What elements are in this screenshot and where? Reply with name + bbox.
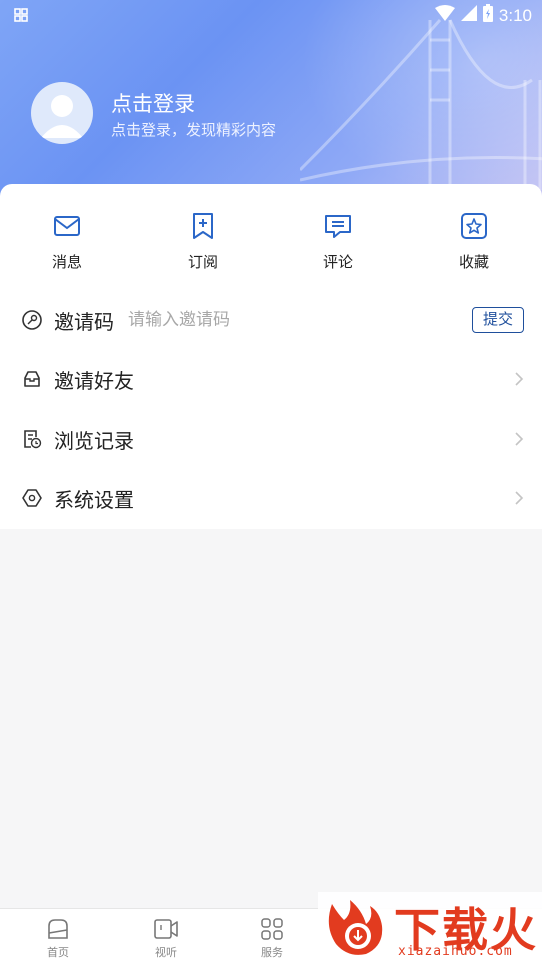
quick-action-label: 评论 xyxy=(322,253,353,271)
avatar[interactable] xyxy=(31,82,93,144)
menu-card: 消息 订阅 评论 收藏 邀请码 请输入邀请码 提交 邀请好友 浏览记录 系统设置 xyxy=(0,184,542,529)
nav-item-services[interactable]: 服务 xyxy=(242,917,302,960)
grid-apps-icon xyxy=(261,918,283,940)
invite-code-row: 邀请码 提交 xyxy=(0,292,542,348)
chevron-right-icon xyxy=(515,491,524,505)
nav-label: 视听 xyxy=(155,946,177,959)
status-bar: 3:10 xyxy=(0,0,542,30)
history-icon xyxy=(24,430,42,449)
quick-action-label: 订阅 xyxy=(187,253,218,271)
watermark: 下载火 xiazaihuo.com xyxy=(318,892,542,964)
invite-inbox-icon xyxy=(24,371,40,387)
battery-icon xyxy=(482,4,493,27)
subscribe-bookmark-icon xyxy=(193,213,213,239)
bridge-background-image xyxy=(298,0,542,200)
invite-code-input[interactable] xyxy=(128,310,428,330)
login-title[interactable]: 点击登录 xyxy=(111,88,195,118)
quick-action-label: 消息 xyxy=(51,253,82,271)
chevron-right-icon xyxy=(515,432,524,446)
menu-item-label: 邀请好友 xyxy=(54,368,134,393)
signal-icon xyxy=(460,5,477,26)
quick-action-subscribe[interactable]: 订阅 xyxy=(163,211,243,272)
submit-button[interactable]: 提交 xyxy=(472,307,524,333)
nav-label: 服务 xyxy=(261,946,283,959)
nav-item-video[interactable]: 视听 xyxy=(136,917,196,960)
quick-actions: 消息 订阅 评论 收藏 xyxy=(0,211,542,277)
login-subtitle: 点击登录，发现精彩内容 xyxy=(111,121,277,139)
wifi-icon xyxy=(434,5,455,26)
chevron-right-icon xyxy=(515,372,524,386)
video-icon xyxy=(154,919,178,939)
favorite-star-icon xyxy=(461,213,487,239)
quick-action-favorites[interactable]: 收藏 xyxy=(434,211,514,272)
watermark-url: xiazaihuo.com xyxy=(398,944,513,959)
menu-item-label: 浏览记录 xyxy=(54,428,134,453)
menu-item-settings[interactable]: 系统设置 xyxy=(0,470,542,526)
menu-item-label: 系统设置 xyxy=(54,487,134,512)
comment-icon xyxy=(325,215,351,238)
invite-code-label: 邀请码 xyxy=(54,309,114,334)
status-time: 3:10 xyxy=(498,5,532,25)
settings-icon xyxy=(22,489,42,507)
quick-action-comments[interactable]: 评论 xyxy=(298,211,378,272)
notification-icon xyxy=(14,7,28,27)
nav-label: 首页 xyxy=(47,946,69,959)
menu-item-history[interactable]: 浏览记录 xyxy=(0,411,542,467)
message-envelope-icon xyxy=(54,216,80,236)
quick-action-messages[interactable]: 消息 xyxy=(27,211,107,272)
menu-item-invite-friends[interactable]: 邀请好友 xyxy=(0,351,542,407)
home-icon xyxy=(48,919,68,939)
key-icon xyxy=(22,310,42,330)
flame-logo-icon xyxy=(328,900,383,955)
nav-item-home[interactable]: 首页 xyxy=(28,917,88,960)
quick-action-label: 收藏 xyxy=(458,253,489,271)
